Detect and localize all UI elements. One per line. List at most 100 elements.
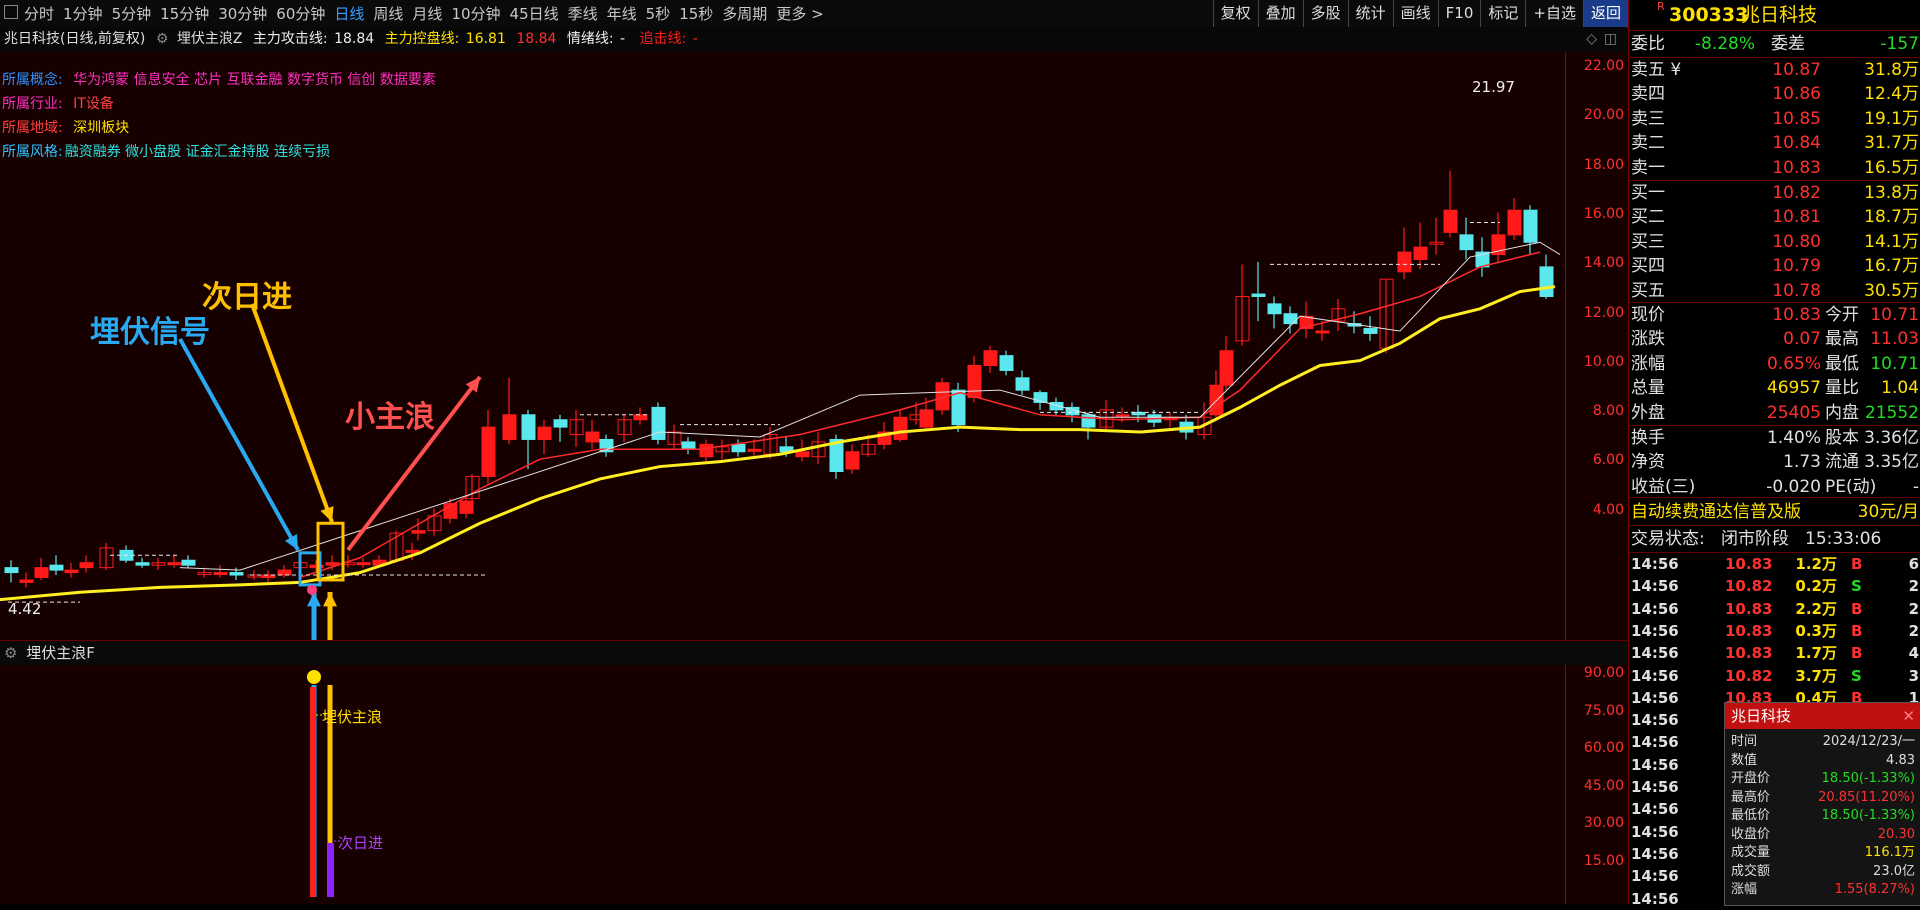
- candle: [1081, 412, 1096, 440]
- asks-row[interactable]: 卖一 10.83 16.5万: [1629, 156, 1920, 180]
- asks-price: 10.87: [1772, 60, 1821, 80]
- bids-row[interactable]: 买二 10.81 18.7万: [1629, 205, 1920, 229]
- promo-row[interactable]: 自动续费通达信普及版 30元/月: [1629, 499, 1920, 525]
- stats-value: 25405: [1766, 402, 1821, 423]
- candle: [151, 557, 166, 571]
- candle: [1507, 197, 1522, 240]
- asks-row[interactable]: 卖二 10.84 31.7万: [1629, 131, 1920, 155]
- period-tab[interactable]: 月线: [412, 3, 442, 24]
- panel-toggle-icon[interactable]: ◫: [1604, 27, 1617, 52]
- period-tab[interactable]: 15分钟: [160, 3, 209, 24]
- stats-label2: 量比: [1825, 378, 1859, 399]
- bids-row[interactable]: 买三 10.80 14.1万: [1629, 230, 1920, 254]
- sub-indicator-name[interactable]: 埋伏主浪F: [26, 644, 95, 662]
- promo-price[interactable]: 30元/月: [1858, 499, 1919, 525]
- tool-button[interactable]: 画线: [1392, 0, 1438, 27]
- sub-indicator-chart[interactable]: 埋伏主浪 次日进 90.00 75.00 60.00 45.00 30.00 15.00: [0, 665, 1627, 904]
- candle: [537, 419, 552, 455]
- tool-button[interactable]: 多股: [1302, 0, 1348, 27]
- candle: [34, 557, 49, 580]
- period-tab[interactable]: 更多 >: [776, 3, 823, 24]
- asks-label: 卖三: [1631, 108, 1665, 129]
- tool-button[interactable]: 统计: [1347, 0, 1393, 27]
- period-tab[interactable]: 年线: [607, 3, 637, 24]
- period-tab[interactable]: 5秒: [646, 3, 671, 24]
- settings-gear-icon[interactable]: ⚙: [156, 31, 169, 47]
- candle: [135, 557, 150, 568]
- indicator-name[interactable]: 埋伏主浪Z: [177, 31, 243, 47]
- low-price-label: 4.42: [8, 600, 42, 618]
- tooltip-row: 最低价 18.50(-1.33%): [1725, 807, 1920, 826]
- trade-status-row: 交易状态: 闭市阶段 15:33:06: [1629, 527, 1920, 551]
- fin-row: 净资 1.73 流通 3.35亿: [1629, 450, 1920, 474]
- close-icon[interactable]: ✕: [1902, 703, 1915, 729]
- tick-volume: 0.2万: [1795, 577, 1837, 596]
- period-tab[interactable]: 日线: [334, 3, 364, 24]
- candle: [617, 414, 632, 442]
- tool-button[interactable]: 标记: [1480, 0, 1525, 27]
- tick-side: B: [1851, 621, 1863, 640]
- stats-label: 现价: [1631, 305, 1665, 325]
- period-tab[interactable]: 5分钟: [112, 3, 152, 24]
- stats-value2: 11.03: [1870, 329, 1919, 350]
- stock-period-label: 兆日科技(日线,前复权): [4, 31, 146, 47]
- tick-row: 14:56 10.83 0.3万 B 2: [1629, 620, 1920, 642]
- tick-time: 14:56: [1631, 778, 1679, 796]
- candle: [356, 557, 371, 568]
- tool-button[interactable]: 返回: [1582, 0, 1628, 27]
- promo-text[interactable]: 自动续费通达信普及版: [1631, 499, 1801, 525]
- period-tab[interactable]: 10分钟: [451, 3, 500, 24]
- tool-button[interactable]: F10: [1437, 0, 1481, 27]
- stock-name[interactable]: 兆日科技: [1741, 0, 1817, 30]
- bids-row[interactable]: 买四 10.79 16.7万: [1629, 254, 1920, 278]
- bids-price: 10.80: [1772, 231, 1821, 252]
- tick-count: 2: [1908, 577, 1919, 596]
- tooltip-row: 涨幅 1.55(8.27%): [1725, 881, 1920, 900]
- tick-side: B: [1851, 644, 1863, 663]
- tool-button[interactable]: 叠加: [1257, 0, 1303, 27]
- period-tab[interactable]: 60分钟: [276, 3, 325, 24]
- tooltip-row: 开盘价 18.50(-1.33%): [1725, 770, 1920, 789]
- tick-time: 14:56: [1631, 844, 1679, 863]
- asks-price: 10.85: [1772, 108, 1821, 129]
- period-tab[interactable]: 1分钟: [63, 3, 103, 24]
- candle: [1459, 217, 1474, 260]
- period-tab[interactable]: 45日线: [510, 3, 559, 24]
- tick-row: 14:56 10.83 1.2万 B 6: [1629, 553, 1920, 575]
- industry-value: IT设备: [73, 96, 114, 112]
- period-tab[interactable]: 多周期: [722, 3, 767, 24]
- period-tab[interactable]: 季线: [568, 3, 598, 24]
- weicha-label: 委差: [1771, 34, 1805, 54]
- bids-row[interactable]: 买五 10.78 30.5万: [1629, 279, 1920, 303]
- kline-chart[interactable]: 所属概念: 华为鸿蒙 信息安全 芯片 互联金融 数字货币 信创 数据要素 所属行…: [0, 52, 1627, 640]
- asks-row[interactable]: 卖五 ¥ 10.87 31.8万: [1629, 58, 1920, 82]
- tooltip-row: 数值 4.83: [1725, 752, 1920, 771]
- extra-line-value: 18.84: [516, 31, 557, 47]
- bids-volume: 14.1万: [1864, 231, 1919, 252]
- tick-time: 14:56: [1631, 867, 1679, 886]
- bids-row[interactable]: 买一 10.82 13.8万: [1629, 181, 1920, 205]
- menu-icon[interactable]: [4, 5, 18, 19]
- period-tab[interactable]: 15秒: [679, 3, 713, 24]
- settings-gear-icon[interactable]: ⚙: [4, 644, 17, 662]
- tooltip-value: 2024/12/23/一: [1822, 734, 1915, 749]
- candle: [1539, 254, 1554, 299]
- candle: [999, 350, 1014, 376]
- strike-line-label: 追击线:: [639, 31, 687, 47]
- tool-button[interactable]: +自选: [1525, 0, 1583, 27]
- sub-nextday-label: 次日进: [338, 834, 384, 852]
- candle: [633, 407, 648, 425]
- tick-side: B: [1851, 555, 1863, 573]
- candle: [951, 382, 966, 433]
- sub-value-axis: 90.00 75.00 60.00 45.00 30.00 15.00: [1565, 665, 1628, 904]
- diamond-icon[interactable]: ◇: [1586, 27, 1597, 52]
- period-tab[interactable]: 分时: [24, 3, 54, 24]
- period-tab[interactable]: 周线: [373, 3, 403, 24]
- sub-tick: 60.00: [1583, 740, 1624, 756]
- asks-row[interactable]: 卖三 10.85 19.1万: [1629, 107, 1920, 131]
- sub-indicator-svg: [307, 670, 342, 897]
- tick-volume: 0.3万: [1795, 621, 1837, 640]
- asks-row[interactable]: 卖四 10.86 12.4万: [1629, 82, 1920, 106]
- tool-button[interactable]: 复权: [1212, 0, 1258, 27]
- period-tab[interactable]: 30分钟: [218, 3, 267, 24]
